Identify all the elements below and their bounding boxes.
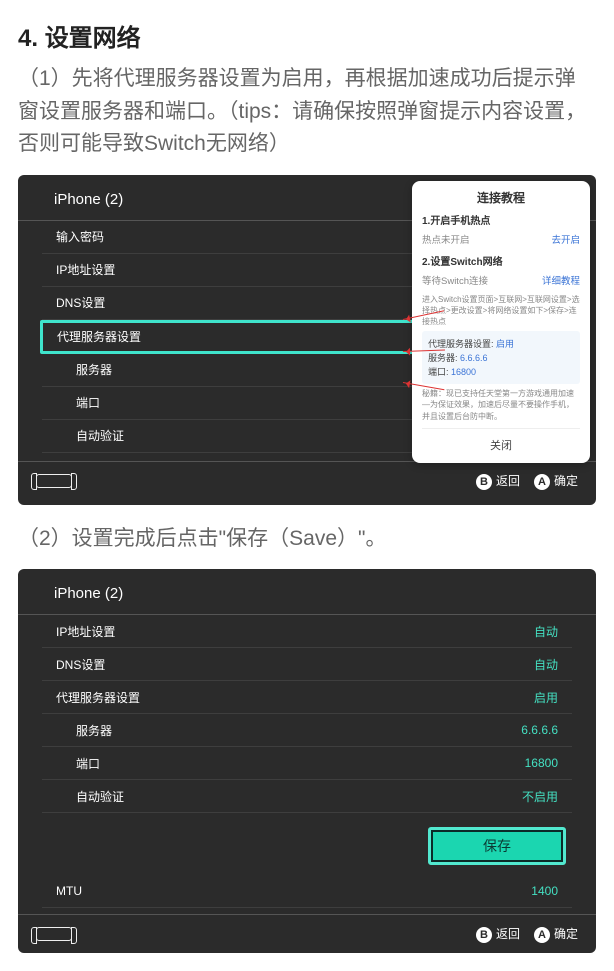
popup-sec1-title: 1.开启手机热点	[422, 212, 580, 227]
popup-sec2-link[interactable]: 详细教程	[542, 273, 580, 287]
save-area: 保存	[18, 813, 596, 875]
save-button[interactable]: 保存	[428, 827, 566, 865]
popup-tip-note: 秘籍：现已支持任天堂第一方游戏通用加速—为保证效果，加速后尽量不要操作手机，并且…	[422, 388, 580, 422]
label: 输入密码	[56, 228, 104, 245]
row-auth[interactable]: 自动验证 不启用	[42, 780, 572, 813]
switch-console-icon	[36, 474, 72, 488]
popup-info-box: 代理服务器设置: 启用 服务器: 6.6.6.6 端口: 16800	[422, 331, 580, 384]
row-proxy[interactable]: 代理服务器设置 启用	[42, 681, 572, 714]
a-key-icon: A	[534, 474, 550, 490]
popup-sec1-link[interactable]: 去开启	[551, 232, 580, 246]
popup-sec2-status: 等待Switch连接	[422, 273, 488, 287]
label: 服务器	[76, 722, 112, 739]
screenshot-2: iPhone (2) IP地址设置 自动 DNS设置 自动 代理服务器设置 启用…	[18, 569, 596, 953]
back-button[interactable]: B返回	[476, 472, 520, 490]
label: 服务器	[76, 361, 112, 378]
back-button[interactable]: B返回	[476, 925, 520, 943]
label: 代理服务器设置	[57, 328, 141, 345]
popup-path-note: 进入Switch设置页面>互联网>互联网设置>选择热点>更改设置>将网络设置如下…	[422, 294, 580, 328]
value: 16800	[525, 756, 558, 770]
row-server[interactable]: 服务器 6.6.6.6	[42, 714, 572, 747]
value: 1400	[531, 884, 558, 898]
screen2-footer: B返回 A确定	[18, 914, 596, 953]
row-mtu[interactable]: MTU 1400	[42, 875, 572, 908]
popup-sec1-status: 热点未开启	[422, 232, 470, 246]
label: IP地址设置	[56, 623, 115, 640]
label: 代理服务器设置	[56, 689, 140, 706]
label: 自动验证	[76, 427, 124, 444]
label: 端口	[76, 394, 100, 411]
b-key-icon: B	[476, 474, 492, 490]
screen2-title: iPhone (2)	[18, 569, 596, 615]
popup-sec2-title: 2.设置Switch网络	[422, 253, 580, 268]
row-dns[interactable]: DNS设置 自动	[42, 648, 572, 681]
label: 自动验证	[76, 788, 124, 805]
screen1-footer: B返回 A确定	[18, 461, 596, 500]
step1-description: （1）先将代理服务器设置为启用，再根据加速成功后提示弹窗设置服务器和端口。（ti…	[18, 63, 596, 161]
console-icon-area	[36, 927, 72, 941]
label: IP地址设置	[56, 261, 115, 278]
b-key-icon: B	[476, 927, 492, 943]
popup-title: 连接教程	[422, 189, 580, 206]
switch-console-icon	[36, 927, 72, 941]
label: DNS设置	[56, 656, 105, 673]
tutorial-popup: 连接教程 1.开启手机热点 热点未开启 去开启 2.设置Switch网络 等待S…	[412, 181, 590, 463]
section-number: 4.	[18, 25, 38, 52]
popup-close-button[interactable]: 关闭	[422, 428, 580, 455]
label: MTU	[56, 884, 82, 898]
value: 启用	[534, 689, 558, 706]
screenshot-1: iPhone (2) 输入密码 ····· IP地址设置 自动 DNS设置 自动…	[18, 175, 596, 505]
row-ip[interactable]: IP地址设置 自动	[42, 615, 572, 648]
a-key-icon: A	[534, 927, 550, 943]
section-title-text: 设置网络	[45, 25, 141, 52]
screen2-settings-list: IP地址设置 自动 DNS设置 自动 代理服务器设置 启用 服务器 6.6.6.…	[18, 615, 596, 914]
ok-button[interactable]: A确定	[534, 925, 578, 943]
label: 端口	[76, 755, 100, 772]
step2-description: （2）设置完成后点击"保存（Save）"。	[18, 523, 596, 556]
section-heading: 4. 设置网络	[18, 18, 614, 53]
value: 自动	[534, 656, 558, 673]
console-icon-area	[36, 474, 72, 488]
ok-button[interactable]: A确定	[534, 472, 578, 490]
value: 自动	[534, 623, 558, 640]
label: DNS设置	[56, 294, 105, 311]
row-port[interactable]: 端口 16800	[42, 747, 572, 780]
value: 不启用	[522, 788, 558, 805]
value: 6.6.6.6	[521, 723, 558, 737]
